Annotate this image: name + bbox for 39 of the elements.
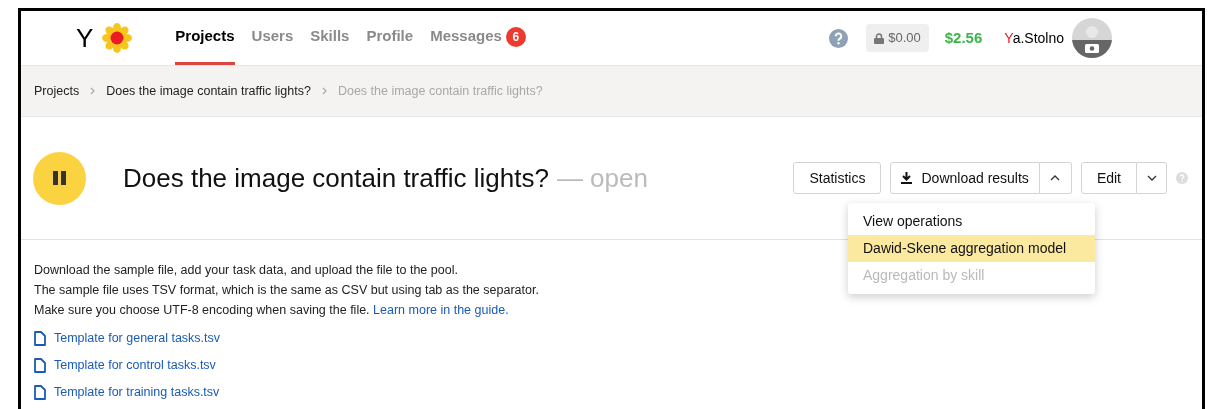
file-icon	[34, 331, 46, 346]
file-icon	[34, 385, 46, 400]
chevron-right-icon	[90, 87, 96, 95]
locked-balance: $0.00	[866, 24, 929, 52]
pause-button[interactable]	[33, 151, 86, 205]
nav-tab[interactable]: Messages 6	[430, 11, 526, 65]
instruction-text: Download the sample file, add your task data, and upload the file to the pool.	[34, 262, 458, 279]
balance: $2.56	[944, 27, 983, 48]
download-menu-toggle[interactable]	[1039, 162, 1072, 194]
template-link[interactable]: Template for control tasks.tsv	[54, 356, 216, 375]
caret-icon	[1146, 175, 1157, 181]
avatar-camera-icon[interactable]	[1072, 18, 1112, 58]
instruction-text: The sample file uses TSV format, which is the same as CSV but using tab as the separator.	[34, 282, 539, 299]
message-count-badge: 6	[505, 26, 526, 47]
help-icon[interactable]	[829, 28, 849, 48]
logo-letter[interactable]: Y	[76, 25, 94, 51]
project-status: — open	[556, 161, 648, 195]
menu-item[interactable]: Dawid-Skene aggregation model	[848, 235, 1095, 262]
instruction-text: Make sure you choose UTF-8 encoding when saving the file. Learn more in the guide.	[34, 302, 509, 319]
project-title: Does the image contain traffic lights?	[123, 161, 549, 195]
statistics-button[interactable]: Statistics	[793, 162, 882, 194]
chevron-right-icon	[321, 87, 327, 95]
help-icon[interactable]	[1176, 172, 1188, 184]
pause-icon	[53, 171, 66, 185]
lock-icon	[874, 32, 885, 44]
breadcrumb-link[interactable]: Projects	[34, 81, 80, 101]
user-name[interactable]: Ya.Stolno	[1004, 27, 1064, 49]
breadcrumb-link[interactable]: Does the image contain traffic lights?	[106, 81, 311, 101]
download-results-button[interactable]: Download results	[890, 162, 1040, 194]
edit-menu-toggle[interactable]	[1137, 162, 1167, 194]
menu-item[interactable]: View operations	[848, 208, 1095, 235]
download-icon	[901, 172, 913, 184]
caret-icon	[1050, 175, 1061, 181]
edit-button[interactable]: Edit	[1080, 162, 1137, 194]
template-link[interactable]: Template for general tasks.tsv	[54, 329, 221, 348]
file-icon	[34, 358, 46, 373]
flower-logo-icon[interactable]	[101, 22, 134, 54]
guide-link[interactable]: Learn more in the guide.	[373, 303, 509, 317]
template-link[interactable]: Template for training tasks.tsv	[54, 383, 220, 402]
